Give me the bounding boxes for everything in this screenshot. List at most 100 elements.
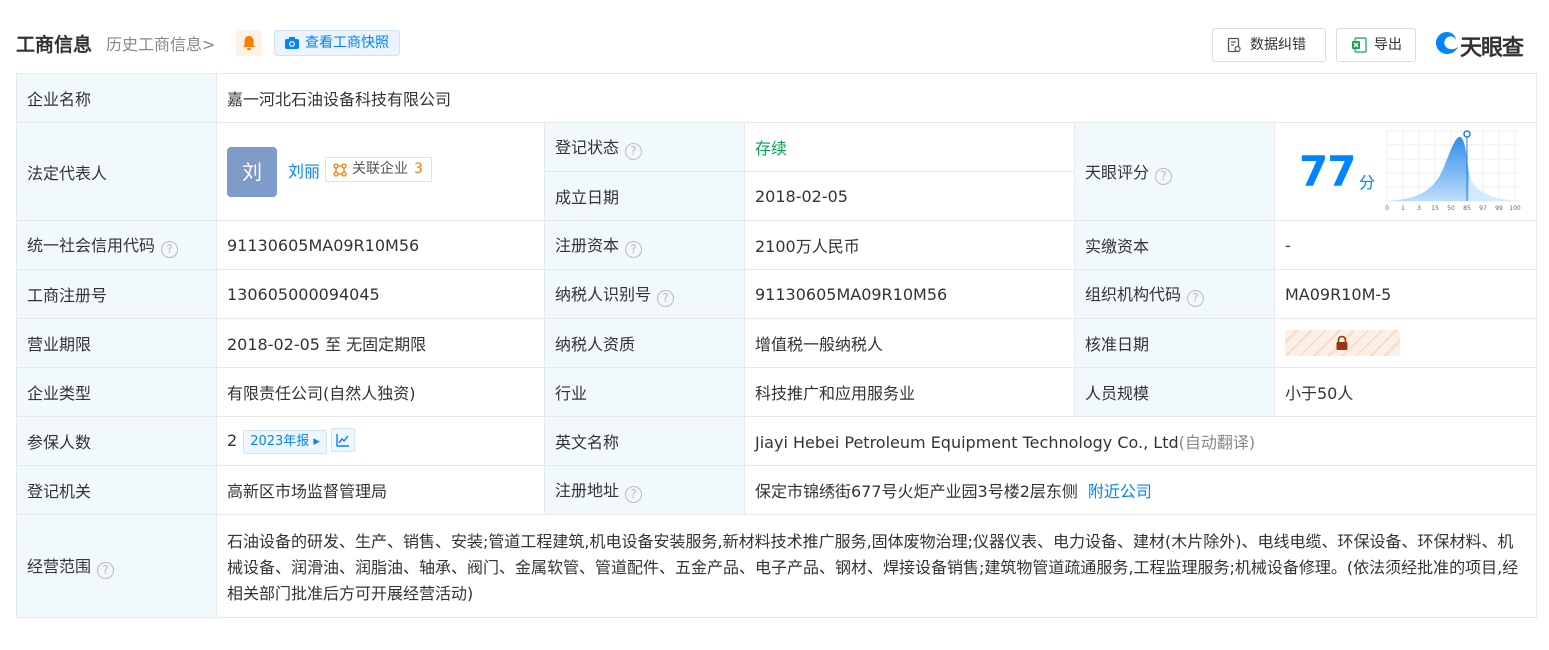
cell-english-name: Jiayi Hebei Petroleum Equipment Technolo… bbox=[743, 416, 1538, 466]
value-english-name: Jiayi Hebei Petroleum Equipment Technolo… bbox=[755, 433, 1179, 452]
camera-icon bbox=[285, 37, 299, 49]
history-link[interactable]: 历史工商信息> bbox=[106, 31, 215, 55]
label-org-code: 组织机构代码? bbox=[1074, 269, 1275, 319]
help-icon[interactable]: ? bbox=[1187, 290, 1205, 307]
label-company-type: 企业类型 bbox=[16, 367, 217, 417]
label-staff-size: 人员规模 bbox=[1074, 367, 1275, 417]
label-taxpayer-qual: 纳税人资质 bbox=[544, 318, 745, 368]
label-reg-capital-text: 注册资本 bbox=[555, 236, 620, 255]
cell-legal-rep: 刘 刘丽 关联企业 3 bbox=[216, 122, 545, 221]
help-icon[interactable]: ? bbox=[625, 143, 643, 160]
axis-tick: 3 bbox=[1417, 205, 1421, 212]
axis-tick: 15 bbox=[1431, 205, 1439, 212]
row-business-scope: 经营范围? 石油设备的研发、生产、销售、安装;管道工程建筑,机电设备安装服务,新… bbox=[16, 514, 1538, 618]
value-found-date: 2018-02-05 bbox=[744, 171, 1075, 221]
legal-rep-link[interactable]: 刘丽 bbox=[288, 158, 320, 182]
row-company-name: 企业名称 嘉一河北石油设备科技有限公司 bbox=[16, 73, 1538, 123]
score-value: 77 bbox=[1299, 147, 1356, 196]
axis-tick: 85 bbox=[1463, 205, 1471, 212]
value-approve-date bbox=[1273, 318, 1538, 368]
cell-tianyan-score[interactable]: 77 分 0 1 3 15 50 85 97 99 100 bbox=[1273, 122, 1538, 221]
value-company-type: 有限责任公司(自然人独资) bbox=[216, 367, 545, 417]
label-taxpayer-id-text: 纳税人识别号 bbox=[555, 285, 652, 304]
label-reg-address-text: 注册地址 bbox=[555, 481, 620, 500]
bell-button[interactable] bbox=[236, 30, 262, 56]
auto-translate-note: (自动翻译) bbox=[1178, 433, 1256, 452]
line-chart-icon bbox=[336, 434, 349, 447]
label-org-code-text: 组织机构代码 bbox=[1085, 285, 1182, 304]
section-title: 工商信息 bbox=[16, 34, 93, 56]
label-tianyan-score: 天眼评分? bbox=[1074, 122, 1275, 221]
help-icon[interactable]: ? bbox=[1155, 167, 1173, 185]
value-taxpayer-id: 91130605MA09R10M56 bbox=[744, 269, 1075, 319]
excel-icon bbox=[1352, 37, 1367, 53]
lock-icon bbox=[1336, 335, 1348, 350]
avatar[interactable]: 刘 bbox=[227, 147, 277, 197]
label-english-name: 英文名称 bbox=[544, 416, 745, 466]
row-reg-no: 工商注册号 130605000094045 纳税人识别号? 91130605MA… bbox=[16, 269, 1538, 319]
value-company-name: 嘉一河北石油设备科技有限公司 bbox=[215, 73, 1538, 123]
score-unit: 分 bbox=[1359, 173, 1376, 192]
value-reg-address: 保定市锦绣街677号火炬产业园3号楼2层东侧 bbox=[755, 482, 1078, 501]
value-paid-capital: - bbox=[1273, 220, 1538, 270]
cell-insured: 2 2023年报 ▸ bbox=[216, 416, 545, 466]
row-legal-rep: 法定代表人 刘 刘丽 关联企业 3 登记状态? 存续 天眼评分? 77 分 0 … bbox=[16, 122, 1538, 221]
value-reg-no: 130605000094045 bbox=[216, 269, 545, 319]
help-icon[interactable]: ? bbox=[625, 486, 643, 503]
label-reg-no: 工商注册号 bbox=[16, 269, 217, 319]
value-taxpayer-qual: 增值税一般纳税人 bbox=[744, 318, 1075, 368]
label-taxpayer-id: 纳税人识别号? bbox=[544, 269, 745, 319]
nearby-companies-link[interactable]: 附近公司 bbox=[1088, 482, 1152, 501]
label-tianyan-score-text: 天眼评分 bbox=[1085, 162, 1150, 182]
help-icon[interactable]: ? bbox=[657, 290, 675, 307]
row-reg-authority: 登记机关 高新区市场监督管理局 注册地址? 保定市锦绣街677号火炬产业园3号楼… bbox=[16, 465, 1538, 515]
trend-chart-button[interactable] bbox=[330, 428, 355, 452]
label-reg-capital: 注册资本? bbox=[544, 220, 745, 270]
related-count: 3 bbox=[414, 161, 423, 177]
help-icon[interactable]: ? bbox=[625, 241, 643, 258]
help-icon[interactable]: ? bbox=[97, 562, 115, 579]
snapshot-label: 查看工商快照 bbox=[305, 35, 389, 51]
row-credit-code: 统一社会信用代码? 91130605MA09R10M56 注册资本? 2100万… bbox=[16, 220, 1538, 270]
help-icon[interactable]: ? bbox=[161, 241, 179, 258]
eye-logo-icon bbox=[1436, 32, 1458, 54]
label-legal-rep: 法定代表人 bbox=[16, 122, 217, 221]
value-reg-capital: 2100万人民币 bbox=[744, 220, 1075, 270]
bell-icon bbox=[243, 36, 255, 50]
network-icon bbox=[333, 163, 347, 177]
row-term: 营业期限 2018-02-05 至 无固定期限 纳税人资质 增值税一般纳税人 核… bbox=[16, 318, 1538, 368]
axis-tick: 0 bbox=[1385, 205, 1389, 212]
axis-tick: 97 bbox=[1479, 205, 1487, 212]
row-insured: 参保人数 2 2023年报 ▸ 英文名称 Jiayi Hebei Petroleu… bbox=[16, 416, 1538, 466]
score-marker bbox=[1463, 130, 1471, 138]
label-insured: 参保人数 bbox=[16, 416, 217, 466]
edit-document-icon bbox=[1227, 37, 1241, 53]
value-industry: 科技推广和应用服务业 bbox=[744, 367, 1075, 417]
locked-value[interactable] bbox=[1285, 330, 1400, 356]
value-insured: 2 bbox=[227, 431, 238, 450]
label-credit-code-text: 统一社会信用代码 bbox=[27, 236, 156, 255]
label-reg-address: 注册地址? bbox=[544, 465, 745, 515]
business-info-table: 企业名称 嘉一河北石油设备科技有限公司 法定代表人 刘 刘丽 关联企业 3 登记状… bbox=[16, 73, 1538, 618]
section-header: 工商信息 历史工商信息> 查看工商快照 数据纠错 导出 天眼查 bbox=[16, 24, 1536, 64]
cell-reg-address: 保定市锦绣街677号火炬产业园3号楼2层东侧 附近公司 bbox=[743, 465, 1538, 515]
data-correction-button[interactable]: 数据纠错 bbox=[1212, 28, 1326, 62]
label-company-name: 企业名称 bbox=[16, 73, 217, 123]
related-label: 关联企业 bbox=[352, 161, 408, 177]
export-label: 导出 bbox=[1374, 37, 1402, 53]
value-business-scope: 石油设备的研发、生产、销售、安装;管道工程建筑,机电设备安装服务,新材料技术推广… bbox=[215, 514, 1538, 618]
label-paid-capital: 实缴资本 bbox=[1074, 220, 1275, 270]
value-reg-status: 存续 bbox=[744, 122, 1075, 172]
value-reg-authority: 高新区市场监督管理局 bbox=[216, 465, 545, 515]
related-companies-button[interactable]: 关联企业 3 bbox=[325, 157, 432, 182]
value-staff-size: 小于50人 bbox=[1273, 367, 1538, 417]
label-industry: 行业 bbox=[544, 367, 745, 417]
label-approve-date: 核准日期 bbox=[1074, 318, 1275, 368]
axis-tick: 99 bbox=[1495, 205, 1503, 212]
snapshot-button[interactable]: 查看工商快照 bbox=[274, 30, 400, 56]
annual-report-year-tag[interactable]: 2023年报 ▸ bbox=[243, 430, 327, 454]
label-business-scope: 经营范围? bbox=[16, 514, 217, 618]
annual-report-year: 2023年报 bbox=[250, 434, 310, 449]
axis-tick: 1 bbox=[1401, 205, 1405, 212]
export-button[interactable]: 导出 bbox=[1336, 28, 1416, 62]
